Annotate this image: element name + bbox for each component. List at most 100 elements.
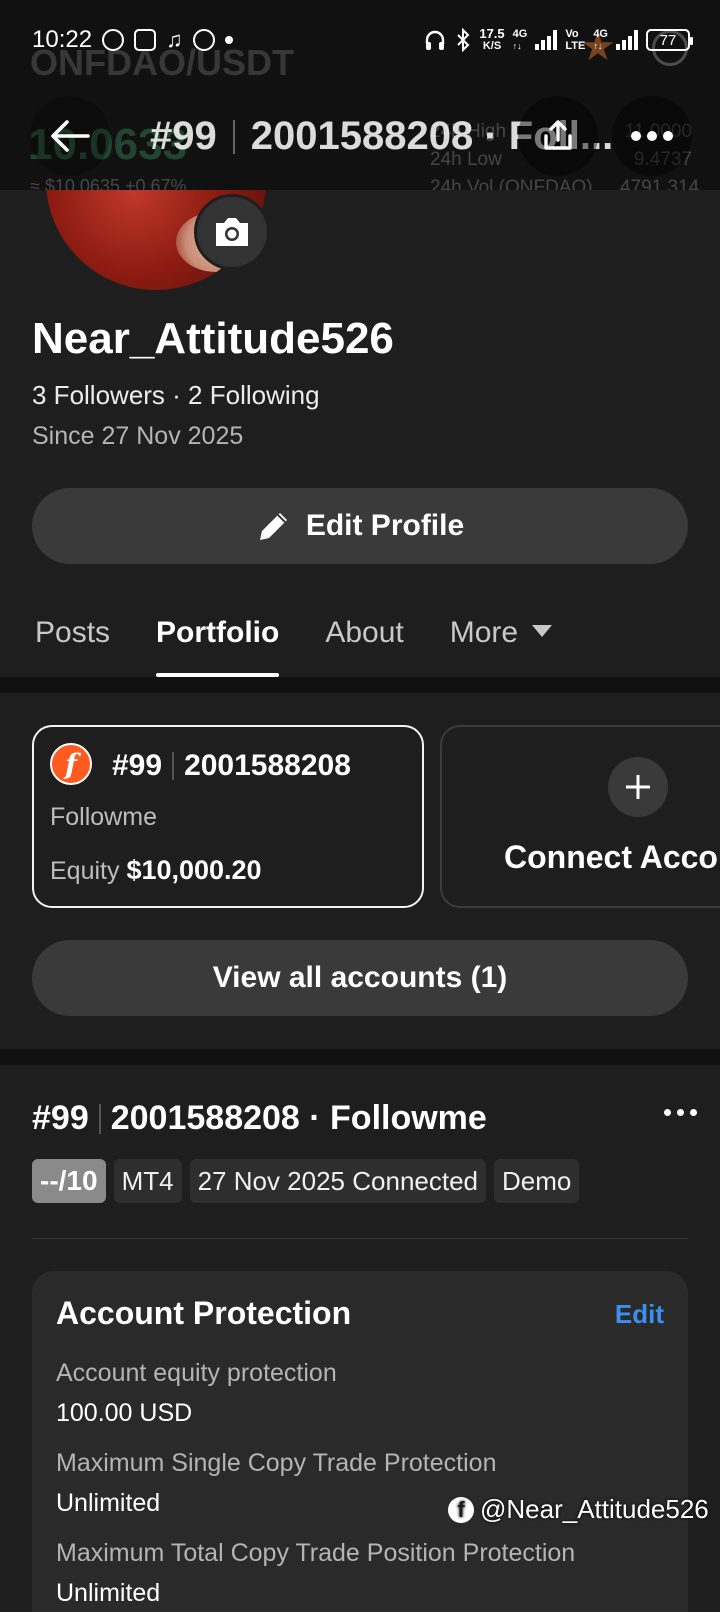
arrow-left-icon [51, 120, 90, 152]
account-more-button[interactable] [664, 1109, 697, 1116]
detail-account-number: #99 [32, 1099, 89, 1137]
edit-profile-button[interactable]: Edit Profile [32, 488, 688, 564]
music-icon: ♫ [166, 27, 183, 52]
watermark: f @Near_Attitude526 [448, 1494, 709, 1525]
tab-about[interactable]: About [325, 588, 403, 677]
headphones-icon [426, 30, 445, 50]
member-since: Since 27 Nov 2025 [32, 422, 244, 450]
account-card[interactable]: f #99 2001588208 Followme Equity $10,000… [32, 725, 424, 908]
header-area: ONFDAO/USDT 10.0633 ≈ $10.0635 +0.67% 24… [0, 0, 720, 190]
tab-label: About [325, 615, 404, 649]
score-value: --/10 [40, 1165, 98, 1196]
watermark-text: @Near_Attitude526 [480, 1494, 709, 1524]
tab-more[interactable]: More [449, 588, 553, 677]
network-speed-value: 17.5 [479, 26, 505, 41]
score-badge: --/10 [32, 1159, 106, 1203]
share-icon [544, 120, 572, 150]
account-protection-card: Account Protection Edit Account equity p… [32, 1271, 688, 1612]
tab-label: More [449, 615, 519, 649]
back-button[interactable] [30, 96, 110, 176]
volte-indicator: Vo LTE [565, 28, 585, 52]
protection-value: Unlimited [56, 1579, 161, 1607]
pencil-icon [259, 513, 287, 540]
protection-label: Account equity protection [56, 1359, 337, 1387]
username: Near_Attitude526 [32, 314, 394, 363]
profile-tabs: Posts Portfolio About More [0, 588, 720, 677]
whatsapp-icon [102, 29, 125, 51]
account-number: #99 [112, 749, 163, 782]
title-divider [232, 119, 235, 154]
connected-date-tag: 27 Nov 2025 Connected [189, 1159, 487, 1203]
detail-title-text: 2001588208 · Followme [110, 1099, 487, 1137]
more-options-button[interactable] [612, 96, 692, 176]
add-account-button[interactable] [608, 757, 668, 817]
status-time: 10:22 [32, 26, 93, 53]
title-divider [98, 1103, 101, 1134]
account-tags: --/10 MT4 27 Nov 2025 Connected Demo [32, 1159, 580, 1203]
background-stat-label: 24h Vol (ONFDAO) [430, 177, 593, 190]
platform-tag: MT4 [113, 1159, 182, 1203]
chrome-icon [192, 29, 215, 51]
account-id: 2001588208 [184, 749, 351, 782]
notification-dot-icon [224, 36, 233, 44]
volte-top: Vo [565, 28, 579, 40]
change-avatar-button[interactable] [194, 194, 270, 270]
account-platform: Followme [50, 803, 157, 831]
connect-account-card[interactable]: Connect Account [440, 725, 720, 908]
facebook-icon: f [448, 1496, 474, 1523]
account-detail-title: #99 2001588208 · Followme [32, 1099, 487, 1138]
followme-logo-icon: f [50, 743, 92, 785]
tab-label: Portfolio [156, 615, 280, 649]
protection-edit-link[interactable]: Edit [615, 1299, 664, 1330]
protection-title: Account Protection [56, 1295, 352, 1331]
status-bar: 10:22 ♫ 17.5 K/S 4G ↑↓ Vo LTE 4G ↑↓ 77 [0, 0, 720, 80]
title-divider [172, 752, 175, 780]
volte-bottom: LTE [565, 40, 586, 52]
account-card-title: #99 2001588208 [112, 749, 351, 783]
background-stat-value: 4791.314 [620, 177, 700, 190]
follow-counts[interactable]: 3 Followers · 2 Following [32, 380, 320, 411]
dot-icon [664, 1109, 671, 1116]
edit-profile-label: Edit Profile [305, 509, 465, 542]
account-detail-section: #99 2001588208 · Followme --/10 MT4 27 N… [0, 1065, 720, 1612]
protection-value: 100.00 USD [56, 1399, 193, 1427]
battery-level: 77 [659, 31, 677, 49]
equity-value: $10,000.20 [126, 855, 262, 885]
nav-title-number: #99 [150, 114, 217, 158]
camera-icon [216, 218, 248, 246]
protection-value: Unlimited [56, 1489, 161, 1517]
section-divider [0, 1049, 720, 1065]
signal-icon [535, 30, 558, 50]
tab-posts[interactable]: Posts [35, 588, 110, 677]
caret-down-icon [532, 624, 553, 637]
tab-portfolio[interactable]: Portfolio [156, 588, 280, 677]
account-equity: Equity $10,000.20 [50, 855, 262, 886]
plus-icon [626, 775, 650, 799]
network-type-1: 4G ↑↓ [512, 28, 528, 51]
background-sub-text: ≈ $10.0635 +0.67% [30, 176, 187, 190]
accounts-section: f #99 2001588208 Followme Equity $10,000… [0, 693, 720, 1049]
network-speed-unit: K/S [482, 40, 502, 52]
section-divider [0, 677, 720, 693]
network-type-2: 4G ↑↓ [593, 28, 608, 51]
network-speed: 17.5 K/S [479, 26, 505, 52]
equity-label: Equity [50, 857, 120, 885]
dot-icon [677, 1109, 684, 1116]
protection-label: Maximum Total Copy Trade Position Protec… [56, 1539, 576, 1567]
protection-label: Maximum Single Copy Trade Protection [56, 1449, 497, 1477]
dot-icon [647, 131, 657, 141]
nav-bar: #99 2001588208 · Foll... [0, 96, 720, 176]
dot-icon [663, 131, 673, 141]
share-button[interactable] [518, 96, 598, 176]
signal-icon [616, 30, 638, 50]
bluetooth-icon [457, 28, 470, 52]
view-all-accounts-button[interactable]: View all accounts (1) [32, 940, 688, 1016]
dot-icon [631, 131, 641, 141]
profile-section: Near_Attitude526 3 Followers · 2 Followi… [0, 190, 720, 677]
network-type-label: 4G [593, 28, 608, 40]
battery-icon: 77 [646, 29, 693, 51]
account-type-tag: Demo [494, 1159, 580, 1203]
dot-icon [690, 1109, 697, 1116]
tab-label: Posts [35, 615, 111, 649]
chat-icon [134, 29, 157, 51]
